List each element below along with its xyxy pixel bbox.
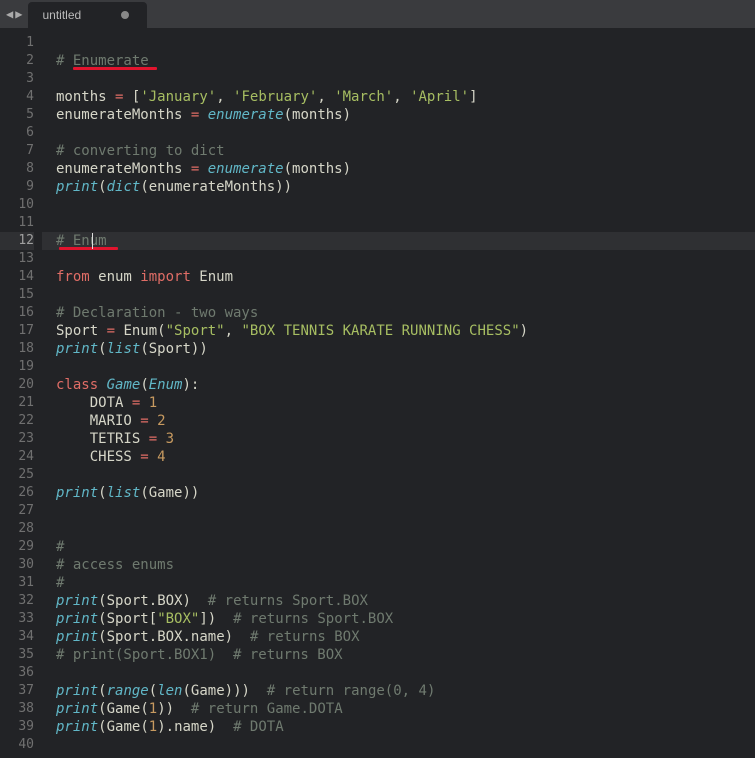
code-line[interactable]: print(list(Game))	[56, 484, 755, 502]
line-number: 39	[0, 718, 34, 736]
line-number: 24	[0, 448, 34, 466]
line-number: 3	[0, 70, 34, 88]
code-line[interactable]	[56, 196, 755, 214]
code-line[interactable]	[56, 502, 755, 520]
line-number: 34	[0, 628, 34, 646]
code-line[interactable]	[56, 34, 755, 52]
code-line[interactable]: from enum import Enum	[56, 268, 755, 286]
line-number: 5	[0, 106, 34, 124]
code-line[interactable]	[56, 358, 755, 376]
line-number: 10	[0, 196, 34, 214]
line-number: 33	[0, 610, 34, 628]
code-line[interactable]: #	[56, 538, 755, 556]
line-number: 6	[0, 124, 34, 142]
line-number: 32	[0, 592, 34, 610]
code-line[interactable]: print(range(len(Game))) # return range(0…	[56, 682, 755, 700]
line-number: 35	[0, 646, 34, 664]
code-line[interactable]: Sport = Enum("Sport", "BOX TENNIS KARATE…	[56, 322, 755, 340]
code-line[interactable]: # Declaration - two ways	[56, 304, 755, 322]
line-number: 26	[0, 484, 34, 502]
line-number: 25	[0, 466, 34, 484]
tab-nav-arrows: ◀ ▶	[0, 0, 28, 28]
code-line[interactable]: print(list(Sport))	[56, 340, 755, 358]
line-number: 38	[0, 700, 34, 718]
code-line[interactable]: print(Sport.BOX.name) # returns BOX	[56, 628, 755, 646]
code-line[interactable]	[56, 250, 755, 268]
code-line[interactable]	[56, 286, 755, 304]
code-line[interactable]: MARIO = 2	[56, 412, 755, 430]
code-line[interactable]: print(dict(enumerateMonths))	[56, 178, 755, 196]
file-tab[interactable]: untitled	[28, 2, 147, 28]
line-number: 21	[0, 394, 34, 412]
line-number: 4	[0, 88, 34, 106]
line-number: 9	[0, 178, 34, 196]
tab-history-back-icon[interactable]: ◀	[6, 7, 13, 21]
line-number: 40	[0, 736, 34, 754]
line-number: 2	[0, 52, 34, 70]
code-line[interactable]: # converting to dict	[56, 142, 755, 160]
file-tab-title: untitled	[42, 8, 81, 22]
line-number: 15	[0, 286, 34, 304]
line-number: 20	[0, 376, 34, 394]
code-line[interactable]	[56, 214, 755, 232]
line-number: 30	[0, 556, 34, 574]
code-line[interactable]	[56, 520, 755, 538]
code-line[interactable]: print(Game(1).name) # DOTA	[56, 718, 755, 736]
code-line[interactable]	[56, 664, 755, 682]
line-number: 12	[0, 232, 34, 250]
code-line[interactable]: # Enum	[42, 232, 755, 250]
code-line[interactable]: # access enums	[56, 556, 755, 574]
line-number: 13	[0, 250, 34, 268]
tab-history-forward-icon[interactable]: ▶	[15, 7, 22, 21]
line-number: 23	[0, 430, 34, 448]
line-number: 31	[0, 574, 34, 592]
code-line[interactable]	[56, 70, 755, 88]
code-line[interactable]: CHESS = 4	[56, 448, 755, 466]
code-line[interactable]: enumerateMonths = enumerate(months)	[56, 160, 755, 178]
code-line[interactable]: months = ['January', 'February', 'March'…	[56, 88, 755, 106]
code-line[interactable]: print(Sport.BOX) # returns Sport.BOX	[56, 592, 755, 610]
line-number: 36	[0, 664, 34, 682]
code-line[interactable]	[56, 736, 755, 754]
line-number: 19	[0, 358, 34, 376]
line-number: 29	[0, 538, 34, 556]
line-number: 7	[0, 142, 34, 160]
line-number: 28	[0, 520, 34, 538]
code-line[interactable]: DOTA = 1	[56, 394, 755, 412]
text-cursor	[92, 233, 93, 249]
code-line[interactable]: print(Game(1)) # return Game.DOTA	[56, 700, 755, 718]
tab-bar: ◀ ▶ untitled	[0, 0, 755, 28]
line-number: 16	[0, 304, 34, 322]
code-area[interactable]: # Enumerate months = ['January', 'Februar…	[42, 28, 755, 758]
line-number: 17	[0, 322, 34, 340]
line-number: 18	[0, 340, 34, 358]
dirty-indicator-icon	[121, 11, 129, 19]
line-number: 22	[0, 412, 34, 430]
line-number: 8	[0, 160, 34, 178]
code-line[interactable]: # Enumerate	[56, 52, 755, 70]
line-number-gutter: 1234567891011121314151617181920212223242…	[0, 28, 42, 758]
code-line[interactable]: print(Sport["BOX"]) # returns Sport.BOX	[56, 610, 755, 628]
code-line[interactable]: # print(Sport.BOX1) # returns BOX	[56, 646, 755, 664]
code-line[interactable]: #	[56, 574, 755, 592]
line-number: 37	[0, 682, 34, 700]
code-line[interactable]	[56, 466, 755, 484]
code-line[interactable]	[56, 124, 755, 142]
line-number: 11	[0, 214, 34, 232]
line-number: 14	[0, 268, 34, 286]
code-line[interactable]: enumerateMonths = enumerate(months)	[56, 106, 755, 124]
code-line[interactable]: TETRIS = 3	[56, 430, 755, 448]
line-number: 1	[0, 34, 34, 52]
code-editor[interactable]: 1234567891011121314151617181920212223242…	[0, 28, 755, 758]
code-line[interactable]: class Game(Enum):	[56, 376, 755, 394]
line-number: 27	[0, 502, 34, 520]
